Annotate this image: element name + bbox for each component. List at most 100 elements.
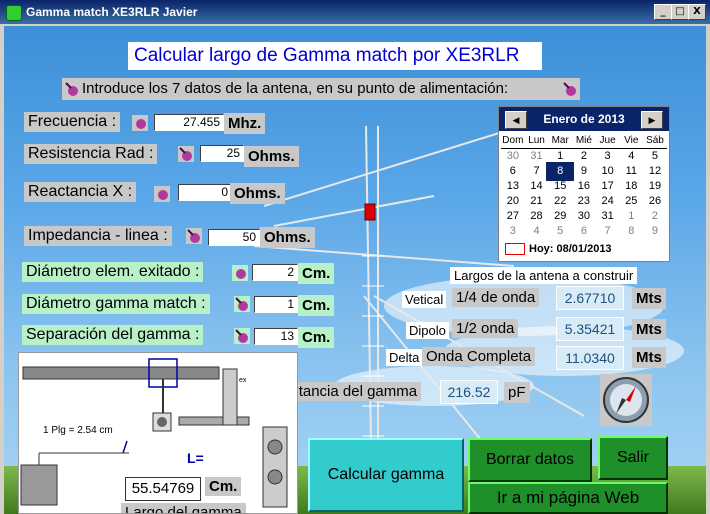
calendar-day[interactable]: 2 (643, 209, 667, 224)
pointer-hand-icon (64, 81, 80, 102)
impedancia-unit: Ohms. (260, 227, 315, 248)
calendar-next-button[interactable]: ▶ (641, 111, 663, 129)
diametro-elem-unit: Cm. (298, 263, 335, 284)
resistencia-input[interactable]: 25 (200, 145, 244, 162)
calendar-day[interactable]: 12 (643, 164, 667, 179)
calendar-weekday: Dom (502, 135, 524, 146)
calendar-day[interactable]: 1 (619, 209, 643, 224)
calendar-day[interactable]: 18 (619, 179, 643, 194)
today-marker-icon (505, 243, 525, 256)
delta-value: 11.0340 (556, 346, 624, 370)
calendar-day[interactable]: 21 (525, 194, 549, 209)
diagram-ex-label: ex (239, 377, 247, 384)
frecuencia-input[interactable]: 27.455 (154, 114, 224, 131)
pointer-hand-icon (132, 115, 148, 131)
instruction-text: Introduce los 7 datos de la antena, en s… (82, 80, 509, 97)
calendar-day[interactable]: 6 (572, 224, 596, 239)
diagram-note: 1 Plg = 2.54 cm (43, 425, 113, 436)
separacion-label: Separación del gamma : (22, 325, 204, 345)
calendar-week-row: 13 14 15 16 17 18 19 (501, 179, 667, 194)
calendar-day[interactable]: 14 (525, 179, 549, 194)
calendar-day[interactable]: 25 (619, 194, 643, 209)
calendar-day[interactable]: 15 (548, 179, 572, 194)
calendar-day[interactable]: 1 (548, 149, 572, 164)
web-page-button[interactable]: Ir a mi página Web (468, 482, 668, 514)
calendar-day[interactable]: 30 (572, 209, 596, 224)
calendar-day[interactable]: 24 (596, 194, 620, 209)
calendar-day[interactable]: 29 (548, 209, 572, 224)
calendar-day[interactable]: 5 (643, 149, 667, 164)
pointer-hand-icon (234, 296, 250, 312)
calendar-day[interactable]: 27 (501, 209, 525, 224)
capacitancia-unit: pF (504, 382, 530, 403)
calendar-day[interactable]: 3 (596, 149, 620, 164)
minimize-button[interactable]: _ (654, 4, 672, 20)
calendar-day[interactable]: 10 (596, 164, 620, 179)
reactancia-unit: Ohms. (230, 183, 285, 204)
largo-gamma-value: 55.54769 (125, 477, 201, 501)
calendar-day[interactable]: 13 (501, 179, 525, 194)
calendar-today[interactable]: Hoy: 08/01/2013 (505, 243, 612, 256)
calendar-day[interactable]: 22 (548, 194, 572, 209)
calendar-day[interactable]: 5 (548, 224, 572, 239)
calendar-weekday: Mar (551, 135, 569, 146)
calendar-week-row: 6 7 8 9 10 11 12 (501, 162, 667, 181)
dipolo-value: 5.35421 (556, 317, 624, 341)
header-title-box: Calcular largo de Gamma match por XE3RLR (128, 42, 542, 70)
compass-icon (600, 374, 652, 426)
salir-button[interactable]: Salir (598, 436, 668, 480)
calendar-day[interactable]: 3 (501, 224, 525, 239)
title-bar: Gamma match XE3RLR Javier _ □ X (0, 0, 710, 24)
calendar-today-label: Hoy: 08/01/2013 (529, 243, 612, 255)
calendar-weekday: Vie (624, 135, 639, 146)
calendar-week-row: 27 28 29 30 31 1 2 (501, 209, 667, 224)
calendar-day[interactable]: 6 (501, 164, 525, 179)
calendar-day[interactable]: 2 (572, 149, 596, 164)
diametro-gamma-input[interactable]: 1 (254, 296, 298, 313)
calendar-day[interactable]: 7 (596, 224, 620, 239)
calendar-day[interactable]: 8 (546, 162, 575, 181)
calendar-day[interactable]: 26 (643, 194, 667, 209)
maximize-button[interactable]: □ (671, 4, 689, 20)
gamma-diagram: 1 Plg = 2.54 cm L= ex 55.54769 Cm. Largo… (18, 352, 298, 514)
calendar-day[interactable]: 28 (525, 209, 549, 224)
results-title: Largos de la antena a construir (450, 267, 638, 284)
calendar-day[interactable]: 11 (619, 164, 643, 179)
calendar-day[interactable]: 16 (572, 179, 596, 194)
calendar-day[interactable]: 20 (501, 194, 525, 209)
separacion-input[interactable]: 13 (254, 328, 298, 345)
largo-gamma-unit: Cm. (205, 477, 242, 496)
diametro-gamma-label: Diámetro gamma match : (22, 294, 210, 314)
calendar-day[interactable]: 19 (643, 179, 667, 194)
calendar-day[interactable]: 9 (643, 224, 667, 239)
calendar-day[interactable]: 23 (572, 194, 596, 209)
reactancia-input[interactable]: 0 (178, 184, 232, 201)
dipolo-tag: Dipolo (406, 322, 449, 339)
calendar-day[interactable]: 4 (525, 224, 549, 239)
borrar-datos-button[interactable]: Borrar datos (468, 438, 592, 482)
calendar-weekday: Mié (575, 135, 592, 146)
calendar-day[interactable]: 9 (572, 164, 596, 179)
capacitancia-value: 216.52 (440, 380, 498, 404)
calendar-day[interactable]: 31 (596, 209, 620, 224)
calendar-prev-button[interactable]: ◀ (505, 111, 527, 129)
impedancia-input[interactable]: 50 (208, 229, 260, 246)
calendar-day[interactable]: 31 (525, 149, 549, 164)
calendar-day[interactable]: 17 (596, 179, 620, 194)
instruction-bar: Introduce los 7 datos de la antena, en s… (62, 78, 580, 100)
calendar-weekday: Lun (528, 135, 545, 146)
close-button[interactable]: X (688, 4, 706, 20)
calcular-gamma-button[interactable]: Calcular gamma (308, 438, 464, 512)
diametro-elem-input[interactable]: 2 (252, 264, 298, 281)
calendar-week-row: 20 21 22 23 24 25 26 (501, 194, 667, 209)
calendar-day[interactable]: 4 (619, 149, 643, 164)
calendar-day[interactable]: 8 (619, 224, 643, 239)
vertical-name: 1/4 de onda (452, 288, 540, 307)
app-window: Gamma match XE3RLR Javier _ □ X Calcular… (0, 0, 710, 514)
diagram-l-label: L= (187, 450, 204, 466)
frecuencia-unit: Mhz. (224, 113, 266, 134)
calendar[interactable]: Enero de 2013 ◀ ▶ Dom Lun Mar Mié Jue Vie Sáb 3… (498, 106, 670, 262)
resistencia-unit: Ohms. (244, 146, 299, 167)
calendar-day[interactable]: 30 (501, 149, 525, 164)
calendar-day[interactable]: 7 (525, 164, 549, 179)
